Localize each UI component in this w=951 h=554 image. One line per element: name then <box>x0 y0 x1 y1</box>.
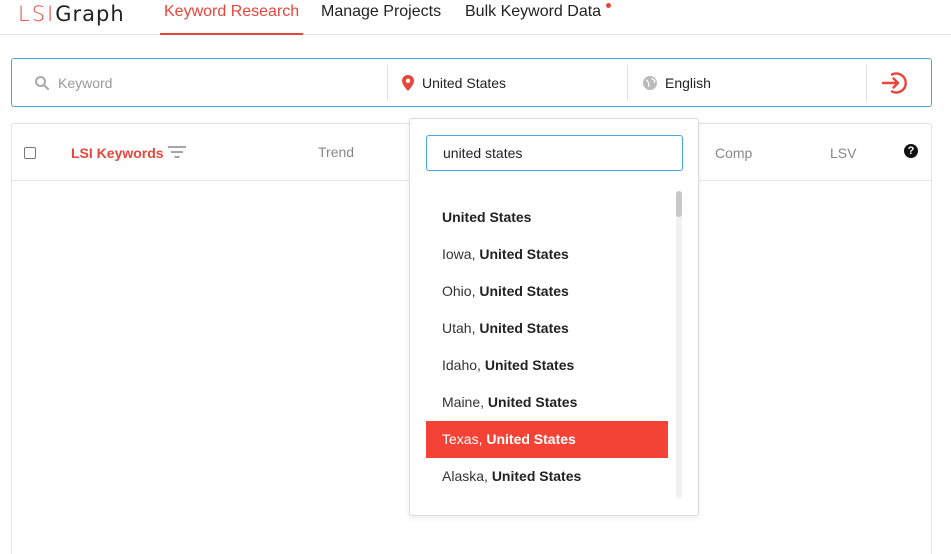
column-comp[interactable]: Comp <box>715 145 752 161</box>
column-lsi-keywords[interactable]: LSI Keywords <box>71 145 164 161</box>
location-options-list: United States Iowa, United States Ohio, Un… <box>426 199 668 495</box>
search-icon <box>34 75 50 91</box>
location-option-country: United States <box>487 394 578 410</box>
location-select[interactable]: United States <box>402 59 627 106</box>
search-divider <box>387 65 388 101</box>
location-option-country: United States <box>479 246 569 262</box>
location-option-prefix: Ohio, <box>442 283 480 299</box>
location-option-country: United States <box>479 320 569 336</box>
top-nav: LSIGraph Keyword Research Manage Project… <box>0 0 951 35</box>
location-option-prefix: Texas, <box>442 431 487 447</box>
tab-manage-projects[interactable]: Manage Projects <box>321 3 441 21</box>
language-value: English <box>665 74 711 91</box>
search-divider <box>627 65 628 101</box>
help-icon[interactable]: ? <box>904 144 918 158</box>
location-option[interactable]: Texas, United States <box>426 421 668 458</box>
location-option-country: United States <box>486 431 576 447</box>
logo[interactable]: LSIGraph <box>18 2 125 26</box>
search-divider <box>866 65 867 101</box>
map-pin-icon <box>402 74 414 91</box>
dropdown-scrollbar-track[interactable] <box>676 191 682 499</box>
filter-icon[interactable] <box>167 145 187 164</box>
location-option[interactable]: United States <box>426 199 668 236</box>
location-option[interactable]: Alaska, United States <box>426 458 668 495</box>
language-select[interactable]: English <box>643 59 863 106</box>
sign-in-icon <box>881 72 907 94</box>
location-option-country: United States <box>442 209 532 225</box>
location-option-prefix: Alaska, <box>442 468 492 484</box>
location-option-prefix: Utah, <box>442 320 480 336</box>
location-option-country: United States <box>479 283 569 299</box>
select-all-checkbox[interactable] <box>24 147 36 159</box>
search-bar: Keyword United States English <box>11 58 932 107</box>
location-option-prefix: Iowa, <box>442 246 480 262</box>
location-option[interactable]: Utah, United States <box>426 310 668 347</box>
dropdown-scrollbar-thumb[interactable] <box>676 191 682 217</box>
location-option[interactable]: Iowa, United States <box>426 236 668 273</box>
location-option-prefix: Maine, <box>442 394 488 410</box>
location-dropdown: United StatesIowa, United StatesOhio, Un… <box>409 118 699 516</box>
keyword-input[interactable]: Keyword <box>58 75 112 91</box>
location-option[interactable]: Idaho, United States <box>426 347 668 384</box>
column-trend[interactable]: Trend <box>318 144 354 160</box>
location-option[interactable]: Ohio, United States <box>426 273 668 310</box>
tab-bulk-keyword-data-label: Bulk Keyword Data <box>465 3 602 20</box>
column-lsv[interactable]: LSV <box>830 145 856 161</box>
logo-graph: Graph <box>55 2 125 26</box>
location-value: United States <box>422 74 507 91</box>
tab-bulk-keyword-data[interactable]: Bulk Keyword Data <box>465 3 612 21</box>
submit-button[interactable] <box>881 69 909 97</box>
location-option-prefix: Idaho, <box>442 357 485 373</box>
location-search-input[interactable] <box>426 135 683 171</box>
globe-icon <box>643 75 657 90</box>
logo-lsi: LSI <box>18 2 56 26</box>
location-option-country: United States <box>484 357 575 373</box>
notification-dot <box>606 3 612 8</box>
location-option[interactable]: Maine, United States <box>426 384 668 421</box>
location-option-country: United States <box>491 468 582 484</box>
keyword-segment[interactable]: Keyword <box>34 59 384 106</box>
tab-keyword-research[interactable]: Keyword Research <box>159 3 304 35</box>
